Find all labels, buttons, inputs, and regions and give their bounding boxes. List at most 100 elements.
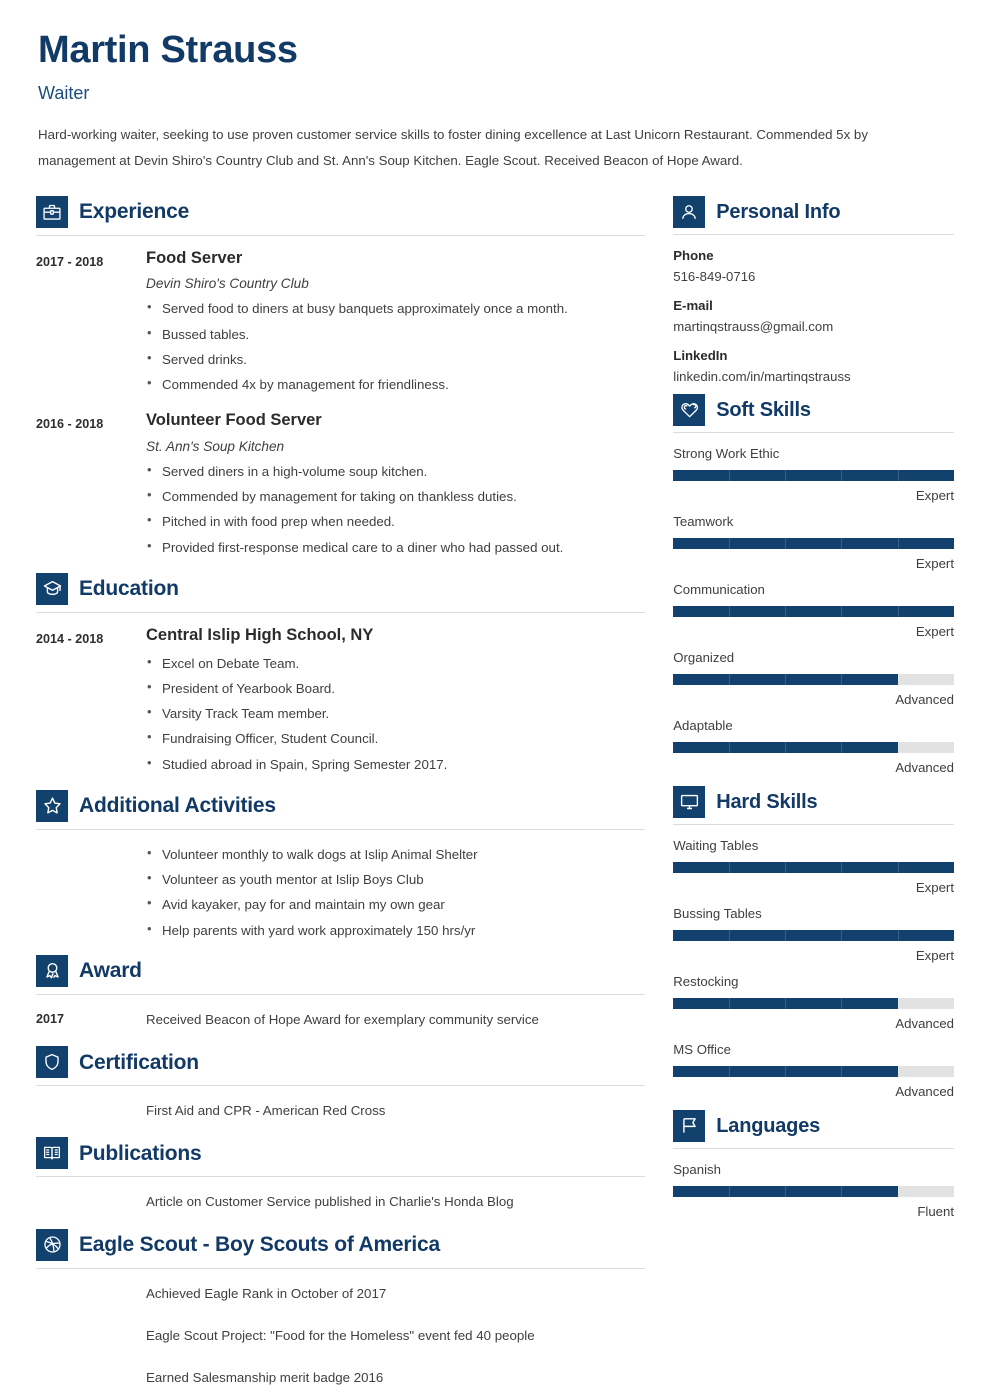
- section-rule: [36, 1176, 646, 1178]
- skill-bar-ticks: [673, 929, 954, 941]
- heart-swirl-icon: [673, 393, 706, 426]
- skill-level: Advanced: [895, 691, 954, 707]
- eagle-scout-line: Eagle Scout Project: "Food for the Homel…: [146, 1327, 535, 1343]
- skill-bar-ticks: [673, 469, 954, 481]
- list-item: Studied abroad in Spain, Spring Semester…: [146, 751, 645, 777]
- skill-level: Expert: [915, 555, 954, 571]
- section-additional-activities: Additional Activities Volunteer monthly …: [36, 789, 646, 943]
- skill-bar: [673, 1065, 954, 1077]
- skill-level: Expert: [915, 879, 954, 895]
- skill-bar: [673, 861, 954, 873]
- section-personal-info: Personal Info Phone 516-849-0716 E-mail …: [673, 195, 954, 384]
- candidate-job-title: Waiter: [38, 82, 90, 103]
- graduation-cap-icon: [36, 572, 68, 605]
- entry-organization: Devin Shiro's Country Club: [146, 276, 309, 292]
- skill-level: Expert: [915, 487, 954, 503]
- section-publications: Publications Article on Customer Service…: [36, 1137, 646, 1214]
- resume-header: Martin Strauss Waiter Hard-working waite…: [36, 29, 954, 182]
- skill-name: Waiting Tables: [673, 837, 759, 853]
- section-header-hard-skills: Hard Skills: [673, 785, 954, 824]
- list-item: Fundraising Officer, Student Council.: [146, 725, 645, 751]
- skill-name: MS Office: [673, 1041, 731, 1057]
- skill-item: Waiting Tables Expert: [673, 838, 954, 895]
- left-column: Experience 2017 - 2018 Food Server Devin…: [36, 195, 673, 1400]
- person-icon: [673, 195, 706, 228]
- info-label: LinkedIn: [673, 347, 728, 363]
- section-experience: Experience 2017 - 2018 Food Server Devin…: [36, 195, 646, 560]
- list-item: Commended by management for taking on th…: [146, 483, 645, 509]
- section-header-personal-info: Personal Info: [673, 195, 954, 234]
- skill-bar: [673, 537, 954, 549]
- skill-name: Communication: [673, 581, 765, 597]
- section-rule: [36, 828, 646, 830]
- skill-name: Strong Work Ethic: [673, 445, 780, 461]
- candidate-summary: Hard-working waiter, seeking to use prov…: [38, 126, 868, 168]
- skill-item: Spanish Fluent: [673, 1162, 954, 1219]
- list-item: Volunteer as youth mentor at Islip Boys …: [146, 866, 645, 892]
- info-value[interactable]: martinqstrauss@gmail.com: [673, 319, 954, 334]
- list-item: Excel on Debate Team.: [146, 650, 645, 676]
- section-rule: [673, 1147, 954, 1149]
- skill-item: Adaptable Advanced: [673, 718, 954, 775]
- skill-item: Bussing Tables Expert: [673, 906, 954, 963]
- skill-item: MS Office Advanced: [673, 1042, 954, 1099]
- entry-bullets: Served diners in a high-volume soup kitc…: [146, 458, 645, 560]
- skill-bar-ticks: [673, 537, 954, 549]
- list-item: Volunteer monthly to walk dogs at Islip …: [146, 841, 645, 867]
- eagle-scout-line: Earned Salesmanship merit badge 2016: [146, 1370, 384, 1386]
- entry-body: Food Server Devin Shiro's Country Club S…: [146, 248, 645, 398]
- section-rule: [36, 611, 646, 613]
- section-header-certification: Certification: [36, 1046, 645, 1085]
- list-item: President of Yearbook Board.: [146, 675, 645, 701]
- award-date: 2017: [36, 1011, 65, 1026]
- shield-icon: [36, 1046, 68, 1079]
- info-value: 516-849-0716: [673, 268, 756, 284]
- certification-text: First Aid and CPR - American Red Cross: [146, 1103, 386, 1119]
- skill-level: Fluent: [917, 1203, 954, 1219]
- skill-bar-ticks: [673, 997, 954, 1009]
- skill-bar-ticks: [673, 741, 954, 753]
- open-book-icon: [36, 1137, 68, 1170]
- skill-bar-ticks: [673, 605, 954, 617]
- activities-body: Volunteer monthly to walk dogs at Islip …: [36, 841, 645, 943]
- entry-date: 2014 - 2018: [36, 631, 104, 646]
- section-rule: [673, 233, 954, 235]
- section-header-publications: Publications: [36, 1137, 645, 1176]
- monitor-icon: [673, 785, 706, 818]
- list-item: Varsity Track Team member.: [146, 700, 645, 726]
- section-rule: [673, 823, 954, 825]
- section-title-certification: Certification: [79, 1050, 199, 1074]
- section-hard-skills: Hard Skills Waiting Tables Expert Bussin…: [673, 785, 954, 1099]
- skill-bar: [673, 673, 954, 685]
- skill-bar: [673, 469, 954, 481]
- section-header-award: Award: [36, 954, 645, 994]
- info-label: E-mail: [673, 297, 713, 313]
- eagle-scout-line: Achieved Eagle Rank in October of 2017: [146, 1285, 387, 1301]
- section-header-soft-skills: Soft Skills: [673, 393, 954, 432]
- skill-name: Organized: [673, 649, 735, 665]
- info-value[interactable]: linkedin.com/in/martinqstrauss: [673, 369, 954, 384]
- skill-name: Restocking: [673, 973, 739, 989]
- info-phone: Phone 516-849-0716: [673, 248, 954, 284]
- skill-bar: [673, 1185, 954, 1197]
- flag-icon: [673, 1109, 706, 1142]
- skill-name: Bussing Tables: [673, 905, 762, 921]
- skill-level: Advanced: [895, 1015, 954, 1031]
- entry-school: Central Islip High School, NY: [146, 625, 374, 644]
- section-rule: [36, 993, 646, 995]
- section-title-soft-skills: Soft Skills: [716, 398, 811, 421]
- eagle-scout-body: Achieved Eagle Rank in October of 2017 E…: [36, 1281, 645, 1391]
- section-title-hard-skills: Hard Skills: [716, 790, 818, 813]
- skill-bar: [673, 605, 954, 617]
- ribbon-award-icon: [36, 954, 68, 987]
- skill-item: Strong Work Ethic Expert: [673, 446, 954, 503]
- section-title-education: Education: [79, 577, 179, 601]
- section-title-additional-activities: Additional Activities: [79, 794, 276, 818]
- certification-body: First Aid and CPR - American Red Cross: [36, 1098, 645, 1123]
- award-text: Received Beacon of Hope Award for exempl…: [146, 1011, 539, 1027]
- skill-level: Advanced: [895, 759, 954, 775]
- section-certification: Certification First Aid and CPR - Americ…: [36, 1046, 646, 1123]
- activities-bullets: Volunteer monthly to walk dogs at Islip …: [146, 841, 645, 943]
- skill-name: Spanish: [673, 1161, 721, 1177]
- entry-body: Volunteer Food Server St. Ann's Soup Kit…: [146, 410, 645, 560]
